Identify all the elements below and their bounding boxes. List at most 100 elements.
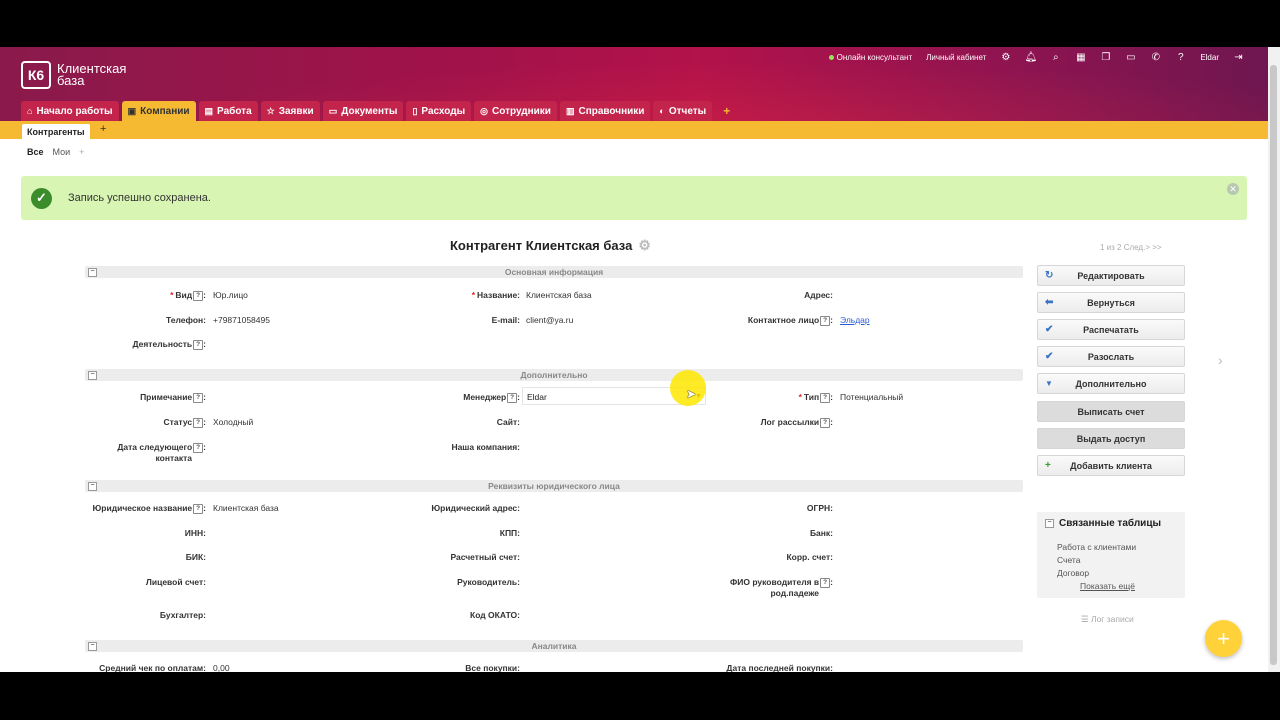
online-consultant-link[interactable]: Онлайн консультант bbox=[828, 53, 912, 62]
back-button[interactable]: ⬅ Вернуться bbox=[1037, 292, 1185, 313]
field-legalname-value[interactable]: Клиентская база bbox=[213, 503, 279, 514]
bell-icon[interactable]: 🔔︎ bbox=[1024, 52, 1037, 63]
help-icon[interactable]: ? bbox=[820, 315, 831, 326]
subtab-counterparties[interactable]: Контрагенты bbox=[22, 124, 90, 139]
grant-access-button[interactable]: Выдать доступ bbox=[1037, 428, 1185, 449]
record-log-link[interactable]: ☰ Лог записи bbox=[1081, 614, 1134, 625]
button-label: Добавить клиента bbox=[1070, 460, 1152, 471]
section-analytics[interactable]: − Аналитика bbox=[85, 640, 1023, 652]
chat-icon[interactable]: ❐ bbox=[1100, 52, 1111, 63]
show-more-link[interactable]: Показать ещё bbox=[1080, 581, 1135, 591]
tab-expenses[interactable]: ▯ Расходы bbox=[406, 101, 472, 121]
scrollbar[interactable] bbox=[1268, 47, 1280, 672]
calendar-icon[interactable]: ▦ bbox=[1075, 52, 1086, 63]
section-extra[interactable]: − Дополнительно bbox=[85, 369, 1023, 381]
arrow-left-icon: ⬅ bbox=[1045, 297, 1054, 308]
collapse-icon[interactable]: − bbox=[88, 642, 97, 651]
list-icon: ☰ bbox=[1081, 614, 1091, 624]
tab-start[interactable]: ⌂ Начало работы bbox=[21, 101, 119, 121]
field-ourcompany-label: Наша компания: bbox=[451, 442, 520, 452]
logout-icon[interactable]: ⇥ bbox=[1233, 52, 1244, 63]
help-icon[interactable]: ? bbox=[820, 417, 831, 428]
field-name-value[interactable]: Клиентская база bbox=[526, 290, 592, 301]
tab-documents[interactable]: ▭ Документы bbox=[322, 101, 404, 121]
close-icon[interactable]: ✕ bbox=[1227, 183, 1239, 195]
logo-mark: К6 bbox=[21, 61, 51, 89]
related-tables-header[interactable]: − Связанные таблицы bbox=[1045, 518, 1161, 529]
field-phone-value[interactable]: +79871058495 bbox=[213, 315, 270, 326]
employees-icon: ◎ bbox=[480, 105, 488, 116]
help-icon[interactable]: ? bbox=[193, 290, 204, 301]
tab-label: Начало работы bbox=[36, 105, 113, 117]
top-header: К6 Клиентская база Онлайн консультант Ли… bbox=[0, 47, 1268, 121]
send-button[interactable]: ✔ Разослать bbox=[1037, 346, 1185, 367]
gear-icon[interactable]: ⚙ bbox=[638, 237, 651, 254]
box-icon[interactable]: ▭ bbox=[1125, 52, 1136, 63]
help-icon[interactable]: ? bbox=[507, 392, 518, 403]
search-icon[interactable]: ⌕ bbox=[1050, 52, 1061, 63]
button-label: Дополнительно bbox=[1075, 378, 1147, 389]
document-icon: ▭ bbox=[328, 105, 338, 116]
field-email-value[interactable]: client@ya.ru bbox=[526, 315, 573, 326]
collapse-icon[interactable]: − bbox=[88, 482, 97, 491]
more-button[interactable]: ▼ Дополнительно bbox=[1037, 373, 1185, 394]
field-okato-label: Код ОКАТО: bbox=[470, 610, 520, 620]
filter-mine[interactable]: Мои bbox=[53, 147, 71, 157]
logo[interactable]: К6 Клиентская база bbox=[21, 61, 126, 89]
edit-button[interactable]: ↻ Редактировать bbox=[1037, 265, 1185, 286]
user-name[interactable]: Eldar bbox=[1200, 53, 1219, 62]
check-icon: ✓ bbox=[31, 187, 52, 209]
sub-tabs-bar: Контрагенты + bbox=[0, 121, 1268, 139]
add-client-button[interactable]: + Добавить клиента bbox=[1037, 455, 1185, 476]
mouse-pointer-icon: ➤ bbox=[686, 387, 697, 401]
tab-employees[interactable]: ◎ Сотрудники bbox=[474, 101, 557, 121]
tab-requests[interactable]: ☆ Заявки bbox=[260, 101, 320, 121]
field-contact-label: Контактное лицо?: bbox=[747, 315, 833, 326]
help-icon[interactable]: ? bbox=[193, 503, 204, 514]
field-lastpurchase-label: Дата последней покупки: bbox=[726, 663, 833, 672]
contact-person-link[interactable]: Эльдар bbox=[840, 315, 870, 326]
field-ogrn-label: ОГРН: bbox=[806, 503, 833, 513]
scrollbar-thumb[interactable] bbox=[1270, 65, 1277, 665]
collapse-icon[interactable]: − bbox=[88, 371, 97, 380]
add-tab-button[interactable]: + bbox=[715, 101, 738, 121]
section-legal[interactable]: − Реквизиты юридического лица bbox=[85, 480, 1023, 492]
invoice-button[interactable]: Выписать счет bbox=[1037, 401, 1185, 422]
add-filter-button[interactable]: + bbox=[79, 147, 84, 157]
add-subtab-button[interactable]: + bbox=[100, 123, 106, 135]
collapse-icon[interactable]: − bbox=[1045, 519, 1054, 528]
expenses-icon: ▯ bbox=[412, 105, 418, 116]
tab-directories[interactable]: ▥ Справочники bbox=[559, 101, 651, 121]
section-basic[interactable]: − Основная информация bbox=[85, 266, 1023, 278]
help-icon[interactable]: ? bbox=[1175, 52, 1186, 63]
help-icon[interactable]: ? bbox=[193, 339, 204, 350]
field-vid-value[interactable]: Юр.лицо bbox=[213, 290, 248, 301]
record-pager[interactable]: 1 из 2 След.> >> bbox=[1100, 243, 1162, 252]
phone-icon[interactable]: ✆ bbox=[1150, 52, 1161, 63]
help-icon[interactable]: ? bbox=[193, 417, 204, 428]
field-vid-label: * Вид?: bbox=[170, 290, 206, 301]
tab-companies[interactable]: ▣ Компании bbox=[121, 101, 196, 121]
related-item[interactable]: Работа с клиентами bbox=[1057, 542, 1136, 552]
help-icon[interactable]: ? bbox=[193, 392, 204, 403]
help-icon[interactable]: ? bbox=[820, 577, 831, 588]
help-icon[interactable]: ? bbox=[820, 392, 831, 403]
filter-all[interactable]: Все bbox=[27, 147, 44, 157]
field-type-value[interactable]: Потенциальный bbox=[840, 392, 903, 403]
tab-reports[interactable]: ◐ Отчеты bbox=[653, 101, 713, 121]
field-status-value[interactable]: Холодный bbox=[213, 417, 253, 428]
tab-work[interactable]: ▤ Работа bbox=[198, 101, 258, 121]
field-legalname-label: Юридическое название?: bbox=[92, 503, 206, 514]
tab-label: Справочники bbox=[578, 105, 645, 117]
related-item[interactable]: Договор bbox=[1057, 568, 1089, 578]
related-item[interactable]: Счета bbox=[1057, 555, 1080, 565]
floating-add-button[interactable]: + bbox=[1205, 620, 1242, 657]
gear-icon[interactable]: ⚙ bbox=[1000, 52, 1011, 63]
cabinet-link[interactable]: Личный кабинет bbox=[926, 53, 986, 62]
chevron-right-icon[interactable]: › bbox=[1218, 352, 1223, 368]
help-icon[interactable]: ? bbox=[193, 442, 204, 453]
collapse-icon[interactable]: − bbox=[88, 268, 97, 277]
page-title-text: Контрагент Клиентская база bbox=[450, 238, 633, 253]
refresh-icon: ↻ bbox=[1045, 270, 1054, 281]
print-button[interactable]: ✔ Распечатать bbox=[1037, 319, 1185, 340]
